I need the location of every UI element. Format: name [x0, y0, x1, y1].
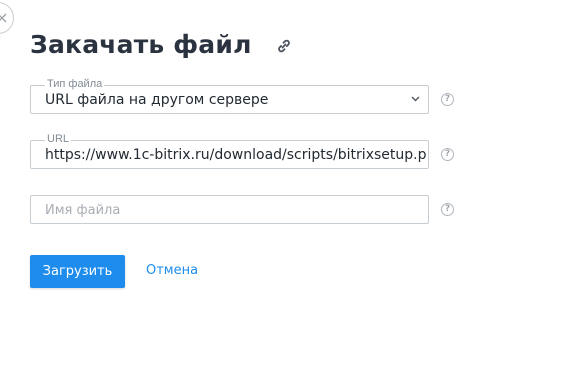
close-icon [0, 13, 7, 23]
upload-button[interactable]: Загрузить [30, 255, 125, 288]
chevron-down-icon [411, 96, 420, 102]
file-type-value: URL файла на другом сервере [45, 92, 269, 108]
dialog-title: Закачать файл [30, 30, 252, 59]
file-type-select[interactable]: Тип файла URL файла на другом сервере [30, 77, 429, 114]
file-type-help-icon[interactable]: ? [441, 93, 454, 106]
url-field[interactable]: URL https://www.1c-bitrix.ru/download/sc… [30, 132, 429, 169]
file-name-help-icon[interactable]: ? [441, 203, 454, 216]
file-name-placeholder: Имя файла [45, 203, 121, 218]
url-value: https://www.1c-bitrix.ru/download/script… [45, 147, 426, 163]
file-name-field[interactable]: Имя файла [30, 195, 429, 224]
url-label: URL [45, 132, 72, 146]
file-type-label: Тип файла [45, 77, 105, 91]
link-icon[interactable] [276, 38, 292, 54]
dialog-header: Закачать файл [30, 30, 292, 59]
url-help-icon[interactable]: ? [441, 148, 454, 161]
close-button[interactable] [0, 2, 14, 34]
cancel-button[interactable]: Отмена [146, 263, 198, 278]
